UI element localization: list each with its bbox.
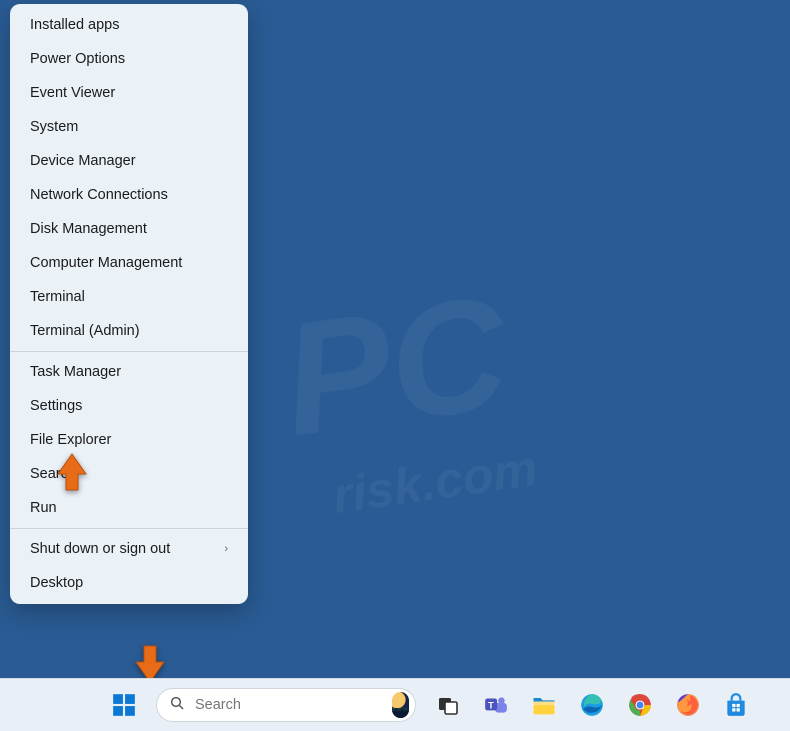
file-explorer-icon[interactable] [528, 689, 560, 721]
menu-item-shutdown[interactable]: Shut down or sign out › [10, 532, 248, 566]
menu-item-label: Settings [30, 398, 82, 414]
start-context-menu: Installed apps Power Options Event Viewer S… [10, 4, 248, 604]
menu-item-search[interactable]: Search [10, 457, 248, 491]
menu-item-label: Power Options [30, 51, 125, 67]
teams-icon[interactable]: T [480, 689, 512, 721]
menu-divider [10, 351, 248, 352]
menu-item-computer-management[interactable]: Computer Management [10, 246, 248, 280]
menu-item-device-manager[interactable]: Device Manager [10, 144, 248, 178]
edge-icon[interactable] [576, 689, 608, 721]
chevron-right-icon: › [224, 543, 228, 555]
taskbar-search-input[interactable] [195, 697, 382, 713]
menu-item-label: Device Manager [30, 153, 136, 169]
taskbar-search-box[interactable] [156, 688, 416, 722]
menu-item-label: Installed apps [30, 17, 119, 33]
menu-item-label: Desktop [30, 575, 83, 591]
annotation-arrow-settings [55, 452, 89, 492]
task-view-icon[interactable] [432, 689, 464, 721]
menu-item-power-options[interactable]: Power Options [10, 42, 248, 76]
watermark-sub: risk.com [329, 439, 541, 525]
menu-item-desktop[interactable]: Desktop [10, 566, 248, 600]
menu-item-installed-apps[interactable]: Installed apps [10, 8, 248, 42]
menu-item-label: Terminal [30, 289, 85, 305]
menu-item-network-connections[interactable]: Network Connections [10, 178, 248, 212]
menu-item-label: Disk Management [30, 221, 147, 237]
store-icon[interactable] [720, 689, 752, 721]
firefox-icon[interactable] [672, 689, 704, 721]
menu-item-event-viewer[interactable]: Event Viewer [10, 76, 248, 110]
menu-item-label: System [30, 119, 78, 135]
menu-divider [10, 528, 248, 529]
menu-item-label: Shut down or sign out [30, 541, 170, 557]
search-icon [169, 695, 185, 716]
menu-item-label: Task Manager [30, 364, 121, 380]
menu-item-disk-management[interactable]: Disk Management [10, 212, 248, 246]
menu-item-settings[interactable]: Settings [10, 389, 248, 423]
menu-item-task-manager[interactable]: Task Manager [10, 355, 248, 389]
menu-item-label: Computer Management [30, 255, 182, 271]
svg-text:T: T [488, 700, 494, 710]
menu-item-label: File Explorer [30, 432, 111, 448]
menu-item-run[interactable]: Run [10, 491, 248, 525]
watermark: PC [272, 259, 518, 472]
search-highlight-thumb[interactable] [392, 692, 409, 718]
start-button[interactable] [108, 689, 140, 721]
menu-item-label: Event Viewer [30, 85, 115, 101]
menu-item-label: Terminal (Admin) [30, 323, 140, 339]
menu-item-terminal-admin[interactable]: Terminal (Admin) [10, 314, 248, 348]
menu-item-label: Run [30, 500, 57, 516]
menu-item-terminal[interactable]: Terminal [10, 280, 248, 314]
chrome-icon[interactable] [624, 689, 656, 721]
taskbar: T [0, 678, 790, 731]
menu-item-system[interactable]: System [10, 110, 248, 144]
menu-item-file-explorer[interactable]: File Explorer [10, 423, 248, 457]
menu-item-label: Network Connections [30, 187, 168, 203]
